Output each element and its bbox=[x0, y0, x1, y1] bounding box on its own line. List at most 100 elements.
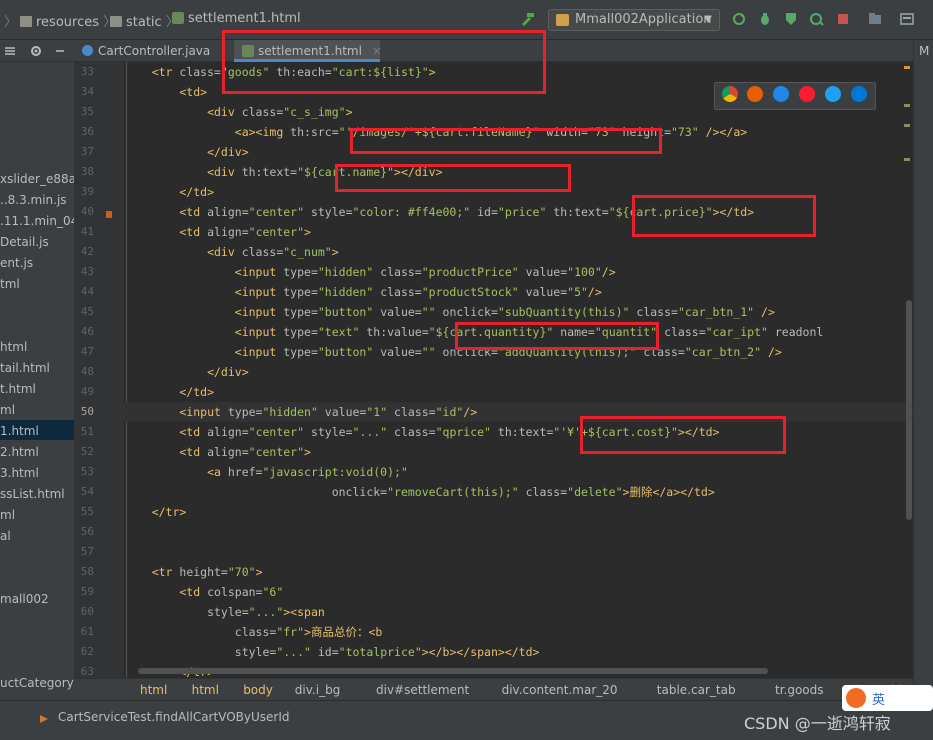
line-number[interactable]: 39 bbox=[80, 182, 94, 202]
code-line[interactable]: <td colspan="6" bbox=[124, 582, 913, 602]
line-number[interactable]: 35 bbox=[80, 102, 94, 122]
test-run-label[interactable]: CartServiceTest.findAllCartVOByUserId bbox=[58, 710, 289, 724]
breadcrumb-tag[interactable]: tr.goods bbox=[775, 683, 824, 697]
coverage-icon[interactable] bbox=[784, 12, 798, 26]
line-number[interactable]: 50 bbox=[80, 402, 94, 422]
project-tree-item[interactable]: ml bbox=[0, 403, 15, 417]
warning-marker[interactable] bbox=[904, 104, 910, 107]
line-number[interactable]: 33 bbox=[80, 62, 94, 82]
rerun-icon[interactable] bbox=[732, 12, 746, 26]
breadcrumb-file[interactable]: settlement1.html bbox=[172, 11, 301, 26]
project-tree-item[interactable]: ent.js bbox=[0, 256, 33, 270]
line-number[interactable]: 55 bbox=[80, 502, 94, 522]
project-tree-item[interactable]: 2.html bbox=[0, 445, 39, 459]
line-number[interactable]: 49 bbox=[80, 382, 94, 402]
scrollbar-thumb[interactable] bbox=[906, 300, 912, 520]
code-line[interactable]: class="fr">商品总价：<b bbox=[124, 622, 913, 642]
project-tree-item[interactable]: xslider_e88a bbox=[0, 172, 74, 186]
breadcrumb-static[interactable]: static 〉 bbox=[110, 11, 179, 30]
line-number[interactable]: 36 bbox=[80, 122, 94, 142]
line-number[interactable]: 58 bbox=[80, 562, 94, 582]
line-number[interactable]: 47 bbox=[80, 342, 94, 362]
line-number[interactable]: 62 bbox=[80, 642, 94, 662]
maven-tool-label[interactable]: M bbox=[919, 44, 929, 58]
code-editor[interactable]: <tr class="goods" th:each="cart:${list}"… bbox=[124, 62, 913, 678]
project-tree-item[interactable]: html bbox=[0, 340, 27, 354]
code-line[interactable]: </div> bbox=[124, 362, 913, 382]
line-number[interactable]: 59 bbox=[80, 582, 94, 602]
code-line[interactable]: <a href="javascript:void(0);" bbox=[124, 462, 913, 482]
stop-icon[interactable] bbox=[836, 12, 850, 26]
line-number[interactable]: 43 bbox=[80, 262, 94, 282]
line-number[interactable]: 53 bbox=[80, 462, 94, 482]
firefox-icon[interactable] bbox=[747, 86, 763, 102]
ime-toolbar[interactable]: 英 bbox=[842, 685, 933, 711]
code-line[interactable]: <td align="center" style="..." class="qp… bbox=[124, 422, 913, 442]
code-line[interactable] bbox=[124, 522, 913, 542]
code-line[interactable]: <div class="c_num"> bbox=[124, 242, 913, 262]
line-number[interactable]: 56 bbox=[80, 522, 94, 542]
breadcrumb-root[interactable]: 〉 bbox=[4, 11, 17, 30]
ie-icon[interactable] bbox=[825, 86, 841, 102]
line-number[interactable]: 38 bbox=[80, 162, 94, 182]
breakpoint-marker[interactable] bbox=[106, 211, 112, 218]
code-line[interactable]: style="..."><span bbox=[124, 602, 913, 622]
edge-icon[interactable] bbox=[851, 86, 867, 102]
collapse-icon[interactable] bbox=[4, 45, 16, 57]
search-everywhere-icon[interactable] bbox=[900, 12, 914, 26]
chrome-icon[interactable] bbox=[722, 86, 738, 102]
line-number[interactable]: 48 bbox=[80, 362, 94, 382]
project-tree-item[interactable]: mall002 bbox=[0, 592, 49, 606]
code-line[interactable]: <input type="hidden" class="productPrice… bbox=[124, 262, 913, 282]
project-structure-icon[interactable] bbox=[868, 12, 882, 26]
project-tree-item[interactable]: uctCategoryS bbox=[0, 676, 74, 690]
project-tree-item[interactable]: ml bbox=[0, 508, 15, 522]
line-number[interactable]: 40 bbox=[80, 202, 94, 222]
line-number[interactable]: 46 bbox=[80, 322, 94, 342]
run-configuration-dropdown[interactable]: Mmall002Application ▼ bbox=[548, 9, 720, 31]
breadcrumb-tag[interactable]: body bbox=[243, 683, 273, 697]
opera-icon[interactable] bbox=[799, 86, 815, 102]
warning-marker[interactable] bbox=[904, 66, 910, 69]
code-line[interactable] bbox=[124, 542, 913, 562]
safari-icon[interactable] bbox=[773, 86, 789, 102]
code-line[interactable]: style="..." id="totalprice"></b></span><… bbox=[124, 642, 913, 662]
line-number[interactable]: 57 bbox=[80, 542, 94, 562]
breadcrumb-tag[interactable]: div.i_bg bbox=[295, 683, 341, 697]
code-line[interactable]: <input type="hidden" value="1" class="id… bbox=[124, 402, 913, 422]
project-tree-item[interactable]: tail.html bbox=[0, 361, 50, 375]
line-number[interactable]: 45 bbox=[80, 302, 94, 322]
hammer-build-icon[interactable] bbox=[520, 12, 534, 26]
line-number[interactable]: 54 bbox=[80, 482, 94, 502]
line-number[interactable]: 51 bbox=[80, 422, 94, 442]
code-line[interactable]: </tr> bbox=[124, 502, 913, 522]
breadcrumb-tag[interactable]: div.content.mar_20 bbox=[502, 683, 618, 697]
debug-icon[interactable] bbox=[758, 12, 772, 26]
line-number[interactable]: 34 bbox=[80, 82, 94, 102]
line-number[interactable]: 61 bbox=[80, 622, 94, 642]
warning-marker[interactable] bbox=[904, 158, 910, 161]
project-tree-item[interactable]: tml bbox=[0, 277, 20, 291]
profile-icon[interactable] bbox=[810, 12, 824, 26]
line-number[interactable]: 44 bbox=[80, 282, 94, 302]
minimize-icon[interactable] bbox=[54, 45, 66, 57]
code-line[interactable]: <input type="button" value="" onclick="s… bbox=[124, 302, 913, 322]
project-tree-item[interactable]: Detail.js bbox=[0, 235, 49, 249]
code-line[interactable]: <input type="hidden" class="productStock… bbox=[124, 282, 913, 302]
line-number[interactable]: 60 bbox=[80, 602, 94, 622]
breadcrumb-tag[interactable]: div#settlement bbox=[376, 683, 469, 697]
line-number[interactable]: 41 bbox=[80, 222, 94, 242]
project-tree-item[interactable]: al bbox=[0, 529, 11, 543]
line-number[interactable]: 37 bbox=[80, 142, 94, 162]
project-tree-item-selected[interactable]: 1.html bbox=[0, 424, 39, 438]
project-tree-item[interactable]: ..8.3.min.js bbox=[0, 193, 67, 207]
code-line[interactable]: <tr height="70"> bbox=[124, 562, 913, 582]
breadcrumb-tag[interactable]: html bbox=[192, 683, 219, 697]
tab-cartcontroller[interactable]: CartController.java bbox=[82, 40, 222, 62]
breadcrumb-tag[interactable]: table.car_tab bbox=[657, 683, 736, 697]
breadcrumb-tag[interactable]: html bbox=[140, 683, 167, 697]
project-tree-item[interactable]: 3.html bbox=[0, 466, 39, 480]
line-number[interactable]: 42 bbox=[80, 242, 94, 262]
code-line[interactable]: <td align="center"> bbox=[124, 442, 913, 462]
code-line[interactable]: onclick="removeCart(this);" class="delet… bbox=[124, 482, 913, 502]
